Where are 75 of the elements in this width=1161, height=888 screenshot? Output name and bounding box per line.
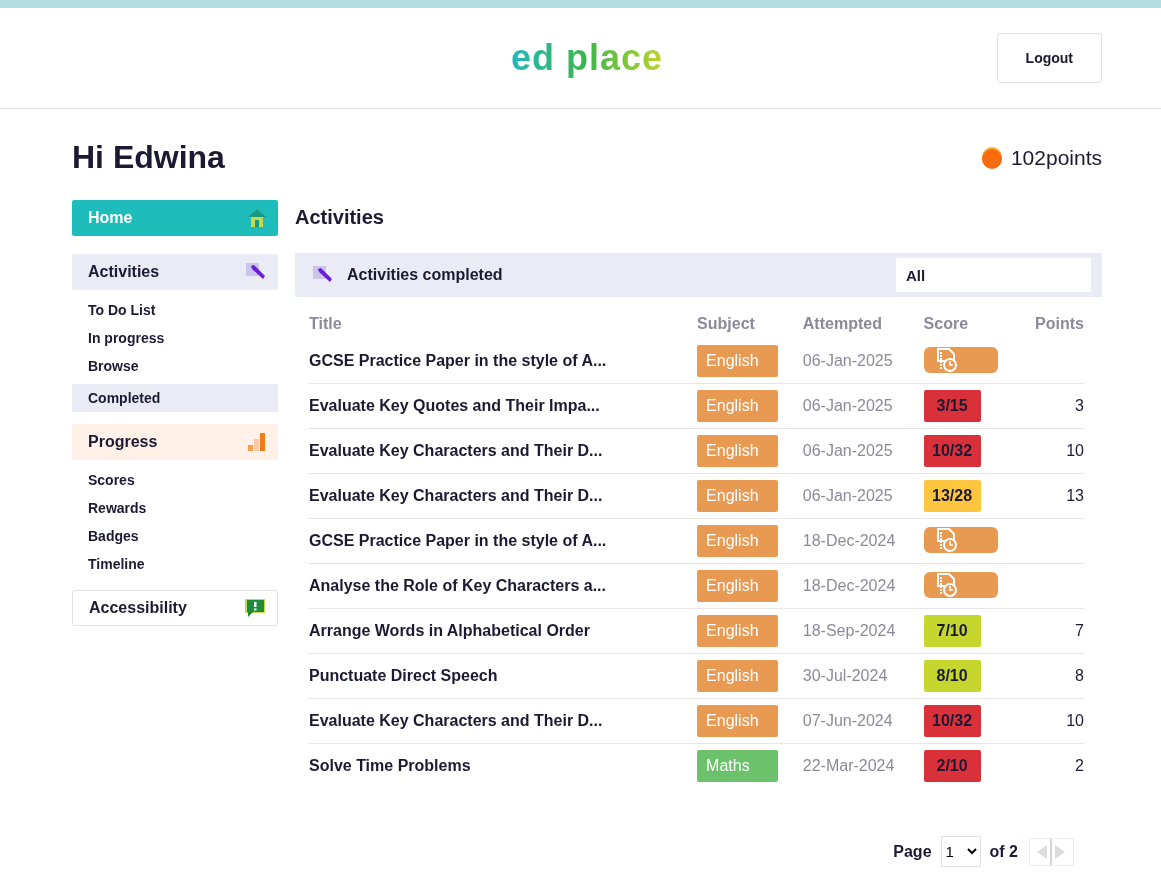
points-value: 10 [1066, 712, 1084, 729]
subject-tag: English [697, 435, 779, 467]
attempted-date: 06-Jan-2025 [802, 442, 893, 459]
filter-field[interactable]: All [896, 258, 1091, 292]
page-select[interactable]: 1 [940, 836, 981, 867]
attempted-date: 07-Jun-2024 [802, 712, 893, 729]
attempted-date: 18-Dec-2024 [802, 532, 896, 549]
activity-title[interactable]: Punctuate Direct Speech [309, 667, 498, 684]
section-label: Activities [88, 263, 160, 281]
attempted-date: 06-Jan-2025 [802, 352, 893, 369]
subject-tag: English [697, 615, 779, 647]
page-count: of 2 [989, 842, 1018, 861]
sidebar-section[interactable]: Progress [72, 424, 278, 460]
page-label: Page [893, 842, 932, 861]
activity-title[interactable]: Evaluate Key Characters and Their D... [309, 712, 603, 729]
pencil-icon [313, 265, 333, 285]
activity-title[interactable]: GCSE Practice Paper in the style of A... [309, 532, 607, 549]
points-value: 10 [1066, 442, 1084, 459]
attempted-date: 30-Jul-2024 [802, 667, 888, 684]
points-value: 2 [1075, 757, 1084, 774]
subject-tag: English [697, 660, 779, 692]
activity-title[interactable]: Analyse the Role of Key Characters a... [309, 577, 606, 594]
activity-title[interactable]: Evaluate Key Characters and Their D... [309, 487, 603, 504]
activity-title[interactable]: Solve Time Problems [309, 757, 471, 774]
activity-title[interactable]: Evaluate Key Characters and Their D... [309, 442, 603, 459]
sidebar-section[interactable]: Activities [72, 254, 278, 290]
logout-button[interactable]: Logout [996, 33, 1102, 83]
subject-tag: English [697, 525, 779, 557]
coin-icon [980, 145, 1003, 170]
sidebar-link[interactable]: In progress [72, 324, 278, 352]
speech-bubble-icon [245, 599, 265, 617]
attempted-date: 06-Jan-2025 [802, 397, 893, 414]
attempted-date: 18-Dec-2024 [802, 577, 896, 594]
activity-title[interactable]: GCSE Practice Paper in the style of A... [309, 352, 607, 369]
attempted-date: 18-Sep-2024 [802, 622, 896, 639]
prev-next-arrows-icon[interactable] [1029, 837, 1074, 866]
score-badge: 7/10 [923, 615, 981, 647]
sidebar-link[interactable]: To Do List [72, 296, 278, 324]
section-label: Accessibility [89, 599, 187, 617]
points-value: 3 [1075, 397, 1084, 414]
subject-tag: English [697, 345, 779, 377]
score-badge: 3/15 [923, 390, 981, 422]
greeting: Hi Edwina [72, 139, 225, 176]
attempted-date: 06-Jan-2025 [802, 487, 893, 504]
score-badge: 10/32 [923, 435, 981, 467]
house-icon [248, 208, 266, 228]
subject-tag: Maths [697, 750, 779, 782]
bar-chart-icon [248, 433, 266, 451]
subject-tag: English [697, 480, 779, 512]
sidebar-link[interactable]: Completed [72, 384, 278, 412]
sidebar-link[interactable]: Browse [72, 352, 278, 380]
points-value: 7 [1075, 622, 1084, 639]
sidebar-link[interactable]: Timeline [72, 550, 278, 578]
sidebar-link[interactable]: Badges [72, 522, 278, 550]
section-label: Home [88, 209, 133, 227]
subject-tag: English [697, 390, 779, 422]
pencil-icon [246, 262, 266, 282]
score-badge: 2/10 [923, 750, 981, 782]
section-label: Progress [88, 433, 158, 451]
panel-title: Activities completed [347, 266, 504, 284]
points-total: 102points [1010, 145, 1102, 170]
subject-tag: English [697, 705, 779, 737]
activity-title[interactable]: Arrange Words in Alphabetical Order [309, 622, 590, 639]
sidebar-link[interactable]: Rewards [72, 494, 278, 522]
points-value: 8 [1075, 667, 1084, 684]
sidebar-section[interactable]: Accessibility [72, 590, 278, 626]
attempted-date: 22-Mar-2024 [802, 757, 895, 774]
activity-title[interactable]: Evaluate Key Quotes and Their Impa... [309, 397, 600, 414]
points-value: 13 [1066, 487, 1084, 504]
subject-tag: English [697, 570, 779, 602]
score-badge: 8/10 [923, 660, 981, 692]
sidebar-link[interactable]: Scores [72, 466, 278, 494]
score-badge: 13/28 [923, 480, 981, 512]
section-title: Activities [295, 206, 385, 229]
score-badge: 10/32 [923, 705, 981, 737]
